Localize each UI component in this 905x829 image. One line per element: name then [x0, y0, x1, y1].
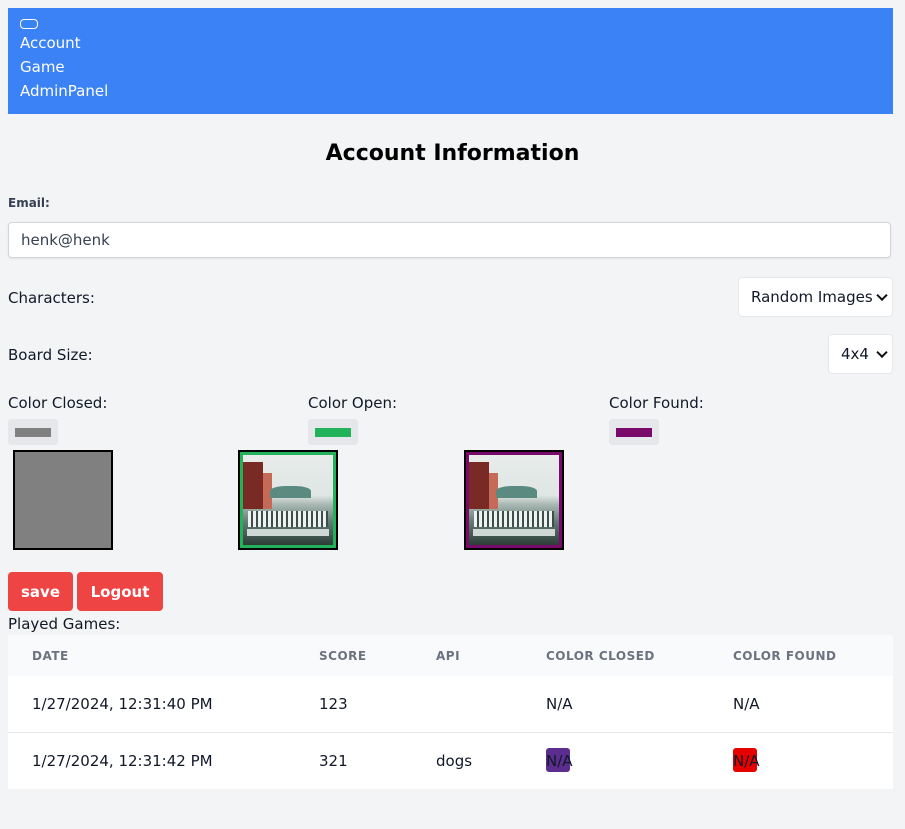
column-header-score: SCORE: [319, 649, 367, 663]
table-row: 1/27/2024, 12:31:42 PM 321 dogs N/A N/A: [8, 733, 893, 789]
table-header-row: DATE SCORE API COLOR CLOSED COLOR FOUND: [8, 635, 893, 677]
cell-date: 1/27/2024, 12:31:42 PM: [32, 752, 213, 770]
cell-color-closed: N/A: [546, 752, 573, 770]
card-found-preview: [464, 450, 564, 550]
color-found-label: Color Found:: [609, 394, 704, 412]
menu-toggle-icon[interactable]: [20, 19, 38, 29]
car-photo-image: [469, 455, 559, 545]
column-header-date: DATE: [32, 649, 69, 663]
email-field[interactable]: [8, 222, 891, 258]
cell-color-closed: N/A: [546, 695, 573, 713]
board-size-selected-value: 4x4: [841, 345, 869, 363]
chevron-down-icon: [876, 289, 888, 302]
characters-label: Characters:: [8, 289, 95, 307]
cell-score: 123: [319, 695, 348, 713]
color-open-picker[interactable]: [308, 419, 358, 445]
car-photo-image: [243, 455, 333, 545]
cell-date: 1/27/2024, 12:31:40 PM: [32, 695, 213, 713]
color-closed-swatch: [15, 428, 51, 437]
cell-score: 321: [319, 752, 348, 770]
color-open-swatch: [315, 428, 351, 437]
nav-link-account[interactable]: Account: [20, 34, 81, 52]
characters-selected-value: Random Images: [751, 288, 873, 306]
cell-color-found: N/A: [733, 695, 760, 713]
board-size-label: Board Size:: [8, 346, 93, 364]
board-size-select[interactable]: 4x4: [828, 334, 893, 374]
color-closed-picker[interactable]: [8, 419, 58, 445]
top-navbar: Account Game AdminPanel: [8, 8, 893, 114]
cell-color-found: N/A: [733, 752, 760, 770]
card-open-preview: [238, 450, 338, 550]
page-title: Account Information: [325, 141, 580, 166]
cell-api: dogs: [436, 752, 473, 770]
column-header-api: API: [436, 649, 461, 663]
color-closed-label: Color Closed:: [8, 394, 108, 412]
color-found-swatch: [616, 428, 652, 437]
save-button[interactable]: save: [8, 572, 73, 611]
color-open-label: Color Open:: [308, 394, 398, 412]
column-header-color-found: COLOR FOUND: [733, 649, 837, 663]
played-games-table: DATE SCORE API COLOR CLOSED COLOR FOUND …: [8, 635, 893, 789]
email-label: Email:: [8, 196, 50, 210]
chevron-down-icon: [876, 346, 888, 359]
card-closed-preview: [13, 450, 113, 550]
logout-button[interactable]: Logout: [77, 572, 163, 611]
table-row: 1/27/2024, 12:31:40 PM 123 N/A N/A: [8, 676, 893, 733]
characters-select[interactable]: Random Images: [738, 277, 893, 317]
played-games-title: Played Games:: [8, 615, 121, 633]
color-found-picker[interactable]: [609, 419, 659, 445]
column-header-color-closed: COLOR CLOSED: [546, 649, 655, 663]
nav-link-game[interactable]: Game: [20, 58, 65, 76]
nav-link-adminpanel[interactable]: AdminPanel: [20, 82, 108, 100]
